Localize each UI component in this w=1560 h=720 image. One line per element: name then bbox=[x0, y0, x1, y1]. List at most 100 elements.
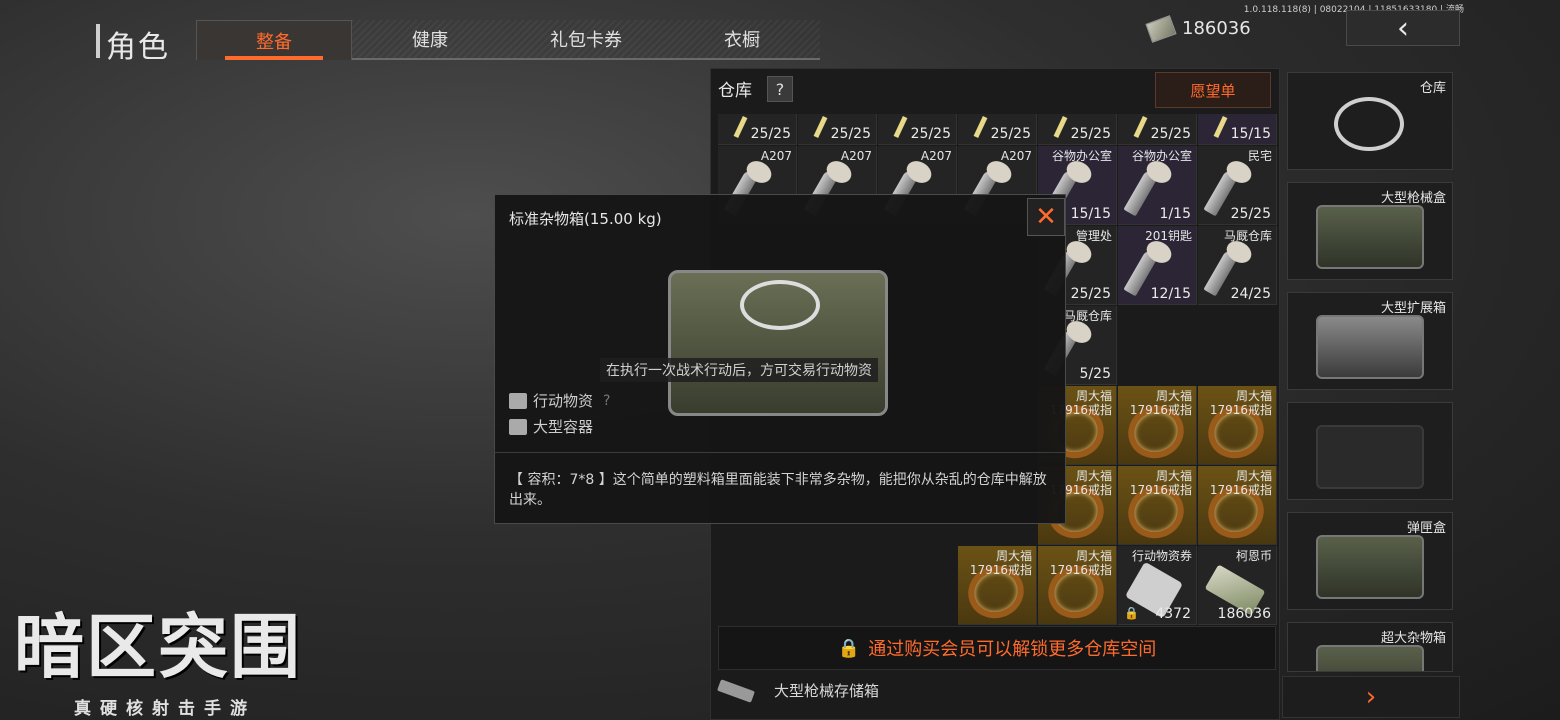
close-button[interactable]: ✕ bbox=[1027, 198, 1065, 236]
item-count: 25/25 bbox=[1070, 286, 1111, 302]
back-button[interactable]: ‹ bbox=[1346, 10, 1460, 46]
glowstick-icon bbox=[1213, 115, 1228, 139]
inventory-slot[interactable]: 周大福17916戒指 bbox=[1118, 386, 1197, 465]
inventory-slot[interactable]: 周大福17916戒指 bbox=[1038, 546, 1117, 625]
item-count: 25/25 bbox=[1070, 126, 1111, 142]
next-button[interactable]: › bbox=[1282, 676, 1460, 718]
item-name: A207 bbox=[760, 149, 792, 163]
tag-label: 大型容器 bbox=[533, 418, 594, 436]
item-count: 186036 bbox=[1217, 606, 1271, 622]
container-slot[interactable] bbox=[1287, 402, 1453, 500]
box-emblem-icon bbox=[740, 280, 820, 330]
tag-supplies: 行动物资 ? bbox=[509, 390, 610, 411]
item-count: 25/25 bbox=[990, 126, 1031, 142]
container-slot[interactable]: 超大杂物箱 bbox=[1287, 622, 1453, 672]
container-icon bbox=[509, 418, 527, 435]
tab-label: 整备 bbox=[256, 31, 292, 53]
item-name: 周大福17916戒指 bbox=[1129, 469, 1192, 497]
glowstick-icon bbox=[973, 115, 988, 139]
inventory-slot[interactable]: 周大福17916戒指 bbox=[958, 546, 1037, 625]
item-name: 周大福17916戒指 bbox=[969, 549, 1032, 577]
container-slot[interactable]: 仓库 bbox=[1287, 72, 1453, 170]
tag-help-button[interactable]: ? bbox=[603, 393, 610, 409]
inventory-slot[interactable]: 行动物资券 4372 🔒 bbox=[1118, 546, 1197, 625]
container-slot[interactable]: 弹匣盒 bbox=[1287, 512, 1453, 610]
inventory-slot[interactable]: 周大福17916戒指 bbox=[1198, 386, 1277, 465]
item-name: 201钥匙 bbox=[1145, 229, 1192, 243]
lock-icon: 🔒 bbox=[1124, 606, 1139, 620]
title-accent-bar bbox=[96, 24, 100, 58]
item-name: A207 bbox=[920, 149, 952, 163]
item-count: 25/25 bbox=[910, 126, 951, 142]
item-name: 谷物办公室 bbox=[1051, 149, 1112, 163]
inventory-slot[interactable]: 柯恩币 186036 bbox=[1198, 546, 1277, 625]
item-count: 25/25 bbox=[1230, 206, 1271, 222]
inventory-slot[interactable]: 201钥匙 12/15 bbox=[1118, 226, 1197, 305]
item-count: 25/25 bbox=[750, 126, 791, 142]
unlock-storage-banner[interactable]: 🔒 通过购买会员可以解锁更多仓库空间 bbox=[718, 626, 1276, 670]
tab-label: 健康 bbox=[412, 30, 448, 51]
item-count: 12/15 bbox=[1150, 286, 1191, 302]
help-button[interactable]: ? bbox=[767, 76, 793, 102]
inventory-slot[interactable]: 25/25 bbox=[1038, 114, 1117, 145]
game-logo: 暗区突围 bbox=[14, 606, 302, 688]
inventory-slot[interactable]: 25/25 bbox=[1118, 114, 1197, 145]
chevron-left-icon: ‹ bbox=[1397, 10, 1409, 46]
container-label: 超大杂物箱 bbox=[1380, 631, 1446, 646]
container-slot[interactable]: 大型枪械盒 bbox=[1287, 182, 1453, 280]
container-label: 大型扩展箱 bbox=[1380, 301, 1446, 316]
inventory-slot[interactable]: 25/25 bbox=[718, 114, 797, 145]
item-name: 行动物资券 bbox=[1131, 549, 1192, 563]
currency-display: 186036 bbox=[1145, 14, 1251, 43]
inventory-slot[interactable]: 25/25 bbox=[798, 114, 877, 145]
wishlist-button[interactable]: 愿望单 bbox=[1155, 72, 1271, 108]
inventory-slot[interactable]: 马厩仓库 24/25 bbox=[1198, 226, 1277, 305]
glowstick-icon bbox=[1053, 115, 1068, 139]
item-name: A207 bbox=[1000, 149, 1032, 163]
currency-amount: 186036 bbox=[1182, 18, 1251, 39]
tab-health[interactable]: 健康 bbox=[352, 20, 508, 60]
tab-label: 礼包卡券 bbox=[550, 30, 622, 51]
close-icon: ✕ bbox=[1035, 202, 1057, 232]
popup-title: 标准杂物箱(15.00 kg) bbox=[509, 210, 662, 228]
glowstick-icon bbox=[1133, 115, 1148, 139]
gun-storage-row[interactable]: 大型枪械存储箱 bbox=[717, 678, 879, 703]
item-name: 周大福17916戒指 bbox=[1129, 389, 1192, 417]
warehouse-emblem-icon bbox=[1334, 97, 1404, 151]
tab-wardrobe[interactable]: 衣橱 bbox=[664, 20, 820, 60]
main-tabs: 整备 健康 礼包卡券 衣橱 bbox=[196, 20, 820, 60]
inventory-slot[interactable]: 15/15 bbox=[1198, 114, 1277, 145]
container-image bbox=[1316, 645, 1424, 671]
inventory-slot[interactable]: 周大福17916戒指 bbox=[1118, 466, 1197, 545]
item-name: 民宅 bbox=[1247, 149, 1272, 163]
inventory-slot[interactable]: 25/25 bbox=[958, 114, 1037, 145]
item-count: 15/15 bbox=[1070, 206, 1111, 222]
tag-large-container: 大型容器 bbox=[509, 416, 593, 437]
popup-divider bbox=[494, 452, 1066, 453]
container-label: 弹匣盒 bbox=[1406, 521, 1446, 536]
container-image bbox=[1316, 425, 1424, 489]
tab-gift-cards[interactable]: 礼包卡券 bbox=[508, 20, 664, 60]
glowstick-icon bbox=[733, 115, 748, 139]
container-slot[interactable]: 大型扩展箱 bbox=[1287, 292, 1453, 390]
tag-label: 行动物资 bbox=[533, 392, 594, 410]
inventory-slot[interactable]: 民宅 25/25 bbox=[1198, 146, 1277, 225]
item-name: A207 bbox=[840, 149, 872, 163]
item-name: 周大福17916戒指 bbox=[1209, 469, 1272, 497]
container-image bbox=[1316, 205, 1424, 269]
item-name: 马厩仓库 bbox=[1063, 309, 1112, 323]
item-name: 管理处 bbox=[1075, 229, 1112, 243]
tab-gear[interactable]: 整备 bbox=[196, 20, 352, 60]
unlock-text: 通过购买会员可以解锁更多仓库空间 bbox=[868, 639, 1157, 660]
inventory-slot[interactable]: 周大福17916戒指 bbox=[1198, 466, 1277, 545]
inventory-slot[interactable]: 25/25 bbox=[878, 114, 957, 145]
inventory-slot[interactable]: 谷物办公室 1/15 bbox=[1118, 146, 1197, 225]
item-name: 周大福17916戒指 bbox=[1049, 549, 1112, 577]
item-description: 【 容积：7*8 】这个简单的塑料箱里面能装下非常多杂物，能把你从杂乱的仓库中解… bbox=[509, 472, 1047, 508]
item-count: 1/15 bbox=[1159, 206, 1191, 222]
item-count: 25/25 bbox=[1150, 126, 1191, 142]
container-image bbox=[1316, 535, 1424, 599]
item-count: 4372 bbox=[1155, 606, 1191, 622]
item-count: 24/25 bbox=[1230, 286, 1271, 302]
page-title: 角色 bbox=[106, 30, 170, 65]
